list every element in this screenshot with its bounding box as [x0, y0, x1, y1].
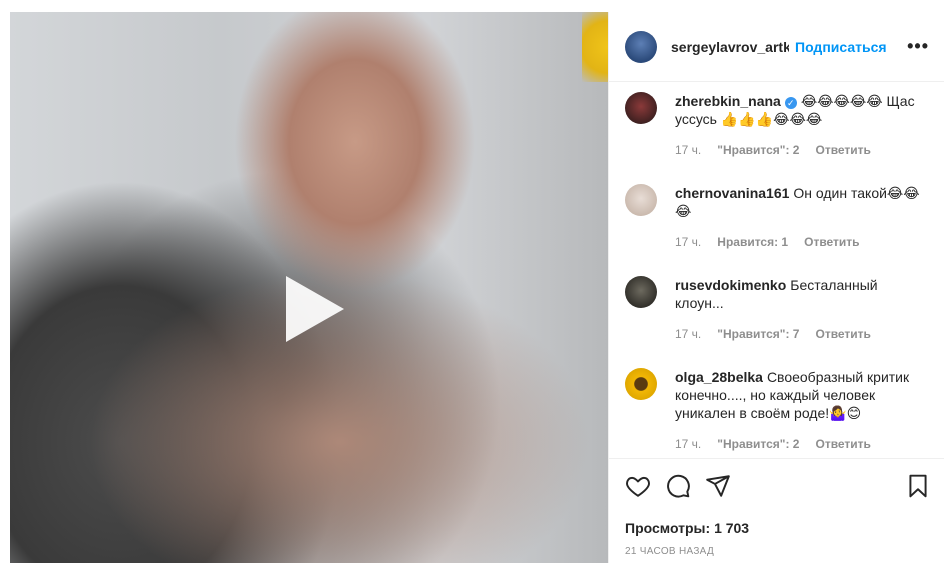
post-sidebar: sergeylavrov_artkritik Подписаться ••• z…	[608, 12, 944, 563]
comment-meta: 17 ч. "Нравится": 2 Ответить	[675, 437, 887, 451]
avatar[interactable]	[625, 92, 657, 124]
comment-likes[interactable]: "Нравится": 2	[717, 437, 799, 451]
comment-time[interactable]: 17 ч.	[675, 327, 701, 341]
verified-badge-icon: ✓	[784, 97, 797, 109]
comment-author[interactable]: rusevdokimenko	[675, 277, 786, 293]
video-edge-decoration	[582, 12, 608, 82]
post-actions: Просмотры: 1 703 21 ЧАСОВ НАЗАД	[609, 458, 944, 569]
share-icon[interactable]	[705, 473, 731, 499]
post-timestamp[interactable]: 21 ЧАСОВ НАЗАД	[625, 546, 714, 557]
comment-meta: 17 ч. "Нравится": 2 Ответить	[675, 143, 887, 157]
bookmark-icon[interactable]	[905, 473, 931, 499]
reply-button[interactable]: Ответить	[815, 327, 870, 341]
play-icon[interactable]	[278, 274, 348, 344]
comment-time[interactable]: 17 ч.	[675, 235, 701, 249]
comment-author[interactable]: olga_28belka	[675, 369, 763, 385]
comment-meta: 17 ч. "Нравится": 7 Ответить	[675, 327, 887, 341]
heart-icon[interactable]	[625, 473, 651, 499]
comment-time[interactable]: 17 ч.	[675, 437, 701, 451]
post-header: sergeylavrov_artkritik Подписаться •••	[609, 12, 944, 82]
views-count: Просмотры: 1 703	[625, 520, 749, 536]
post-username[interactable]: sergeylavrov_artkritik	[671, 39, 789, 55]
avatar[interactable]	[625, 368, 657, 400]
reply-button[interactable]: Ответить	[815, 143, 870, 157]
views-value: 1 703	[714, 520, 750, 536]
comment-likes[interactable]: Нравится: 1	[717, 235, 788, 249]
comment-author[interactable]: chernovanina161	[675, 185, 789, 201]
video-player[interactable]	[10, 12, 608, 563]
avatar[interactable]	[625, 276, 657, 308]
reply-button[interactable]: Ответить	[804, 235, 859, 249]
comment-likes[interactable]: "Нравится": 2	[717, 143, 799, 157]
comments-list: zherebkin_nana ✓ 😂😂😂😂😂 Щас уссусь 👍👍👍😂😂😂 1…	[609, 82, 944, 470]
follow-button[interactable]: Подписаться	[795, 39, 887, 55]
reply-button[interactable]: Ответить	[815, 437, 870, 451]
comment-author[interactable]: zherebkin_nana	[675, 93, 781, 109]
more-options-icon[interactable]: •••	[907, 36, 929, 57]
views-label: Просмотры:	[625, 520, 711, 536]
avatar[interactable]	[625, 184, 657, 216]
comment-meta: 17 ч. Нравится: 1 Ответить	[675, 235, 876, 249]
comment-icon[interactable]	[665, 473, 691, 499]
comment-time[interactable]: 17 ч.	[675, 143, 701, 157]
avatar[interactable]	[625, 30, 657, 63]
comment-likes[interactable]: "Нравится": 7	[717, 327, 799, 341]
